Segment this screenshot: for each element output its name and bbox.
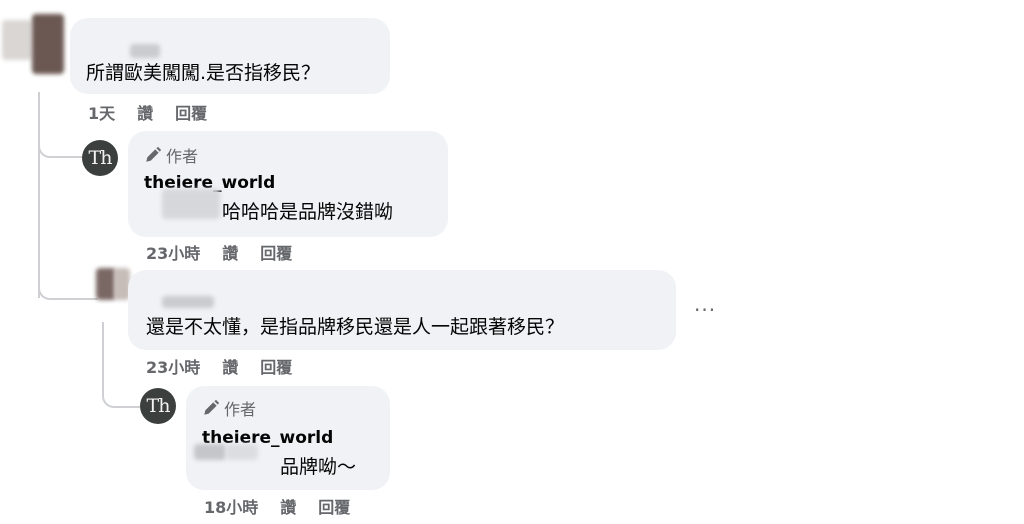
pencil-icon (146, 146, 162, 162)
comment-actions-3: 23小時 讚 回覆 (146, 354, 292, 378)
pencil-icon (204, 399, 220, 415)
author-badge-label: 作者 (224, 400, 257, 419)
comment-text: 所謂歐美闖闖.是否指移民？ (86, 62, 321, 84)
like-button[interactable]: 讚 (222, 240, 238, 264)
comment-bubble-4: 作者 theiere_world 品牌呦～ (186, 386, 390, 490)
comment-actions-1: 1天 讚 回覆 (88, 100, 207, 124)
thread-line-branch-1 (38, 130, 82, 158)
reply-button[interactable]: 回覆 (260, 354, 292, 378)
like-button[interactable]: 讚 (137, 100, 153, 124)
like-button[interactable]: 讚 (222, 354, 238, 378)
comment-text: 品牌呦～ (280, 456, 357, 478)
author-badge-label: 作者 (166, 147, 199, 166)
comment-actions-2: 23小時 讚 回覆 (146, 240, 292, 264)
author-badge: 作者 (202, 396, 256, 420)
like-button[interactable]: 讚 (280, 494, 296, 518)
comment-actions-4: 18小時 讚 回覆 (204, 494, 350, 518)
author-avatar[interactable]: Th (140, 388, 176, 424)
commenter-name-redacted[interactable] (130, 44, 160, 58)
author-badge: 作者 (144, 143, 198, 167)
comment-time[interactable]: 23小時 (146, 354, 200, 378)
comment-text: 還是不太懂，是指品牌移民還是人一起跟著移民？ (146, 316, 565, 338)
reply-button[interactable]: 回覆 (260, 240, 292, 264)
thread-line-branch-2 (38, 268, 98, 300)
comment-bubble-2: 作者 theiere_world 哈哈哈是品牌沒錯呦 (128, 131, 448, 237)
comment-time[interactable]: 18小時 (204, 494, 258, 518)
mention-redacted[interactable] (194, 444, 226, 460)
more-options-button[interactable]: ··· (694, 298, 716, 322)
comment-time[interactable]: 23小時 (146, 240, 200, 264)
mention-redacted[interactable] (226, 444, 258, 460)
commenter-name-redacted[interactable] (162, 296, 214, 308)
avatar-commenter-2[interactable] (96, 268, 130, 300)
comment-bubble-1: 所謂歐美闖闖.是否指移民？ (70, 18, 390, 94)
author-avatar[interactable]: Th (82, 140, 118, 176)
mention-redacted[interactable] (162, 189, 220, 219)
avatar-commenter-1[interactable] (2, 14, 64, 74)
reply-button[interactable]: 回覆 (318, 494, 350, 518)
reply-button[interactable]: 回覆 (175, 100, 207, 124)
comment-time[interactable]: 1天 (88, 100, 115, 124)
comment-bubble-3: 還是不太懂，是指品牌移民還是人一起跟著移民？ (128, 270, 676, 350)
comment-text: 哈哈哈是品牌沒錯呦 (222, 201, 394, 223)
